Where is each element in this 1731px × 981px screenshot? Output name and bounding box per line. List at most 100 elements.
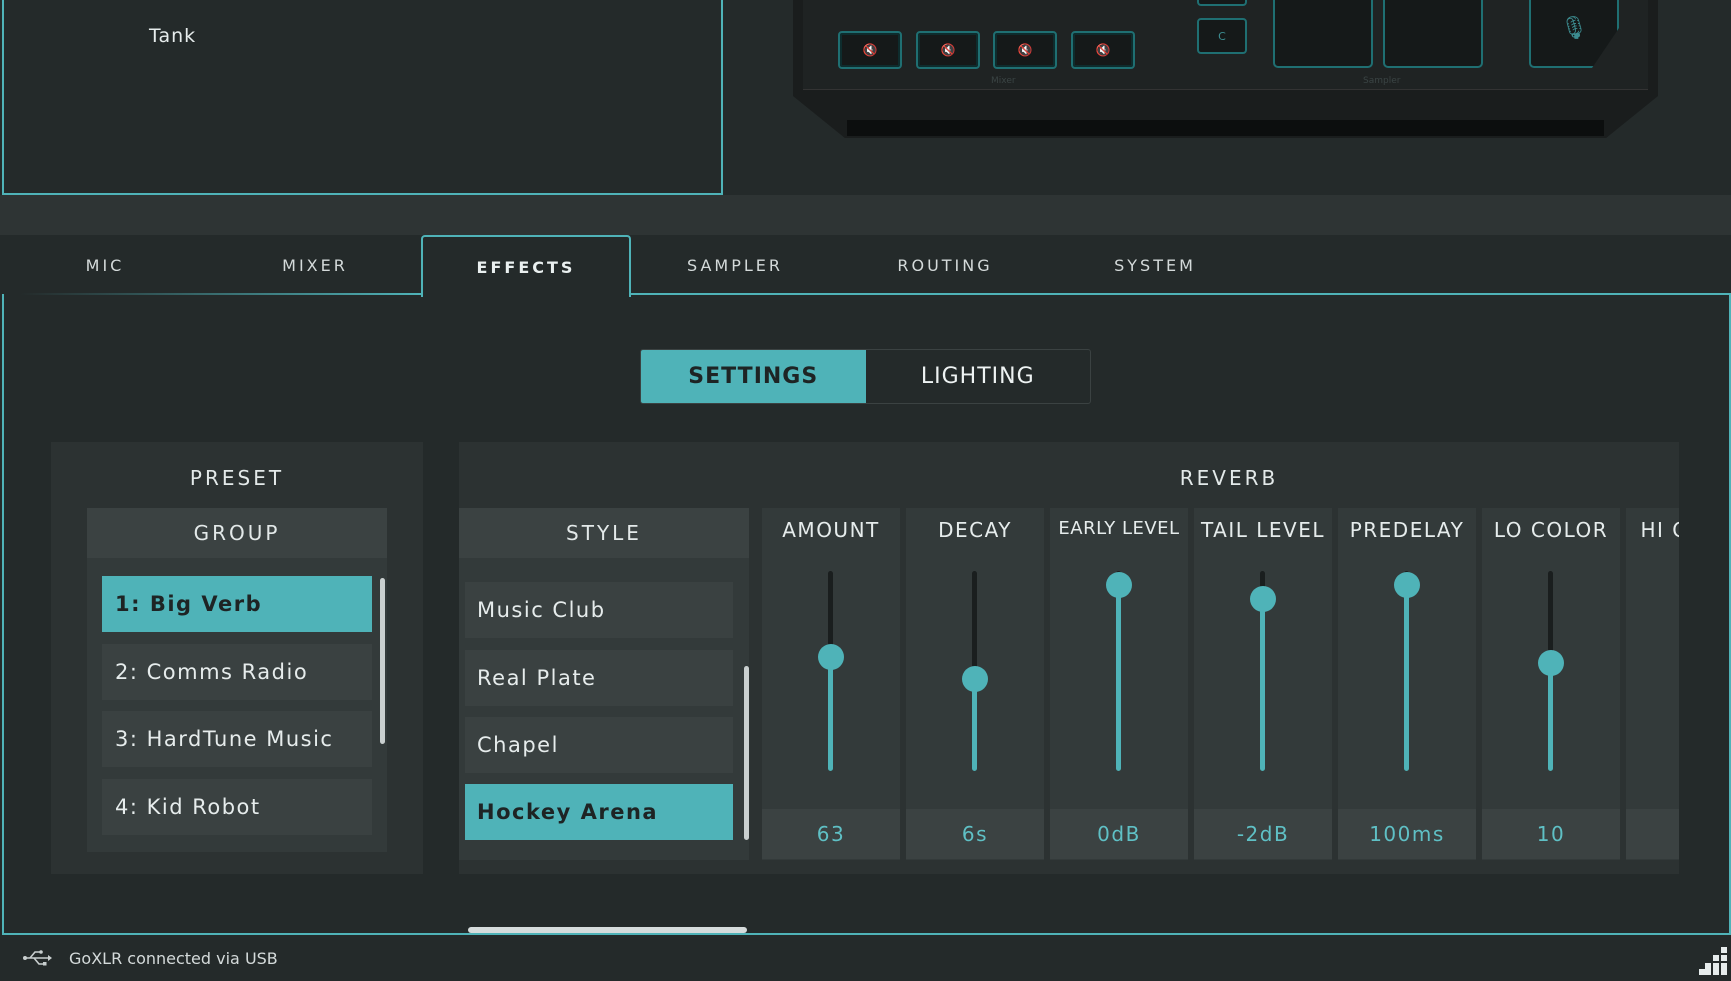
tab-system[interactable]: SYSTEM (1050, 235, 1260, 295)
sampler-pad-2[interactable] (1383, 0, 1483, 68)
group-header: GROUP (87, 508, 387, 558)
slider-fill (1116, 585, 1121, 771)
settings-label: SETTINGS (688, 364, 819, 389)
tab-label: MIXER (282, 255, 348, 275)
slider-knob[interactable] (1538, 650, 1564, 676)
slider-value[interactable]: 10 (1482, 809, 1620, 859)
preset-title: PRESET (189, 466, 285, 490)
device-top-surface: 🔇 🔇 🔇 🔇 Mixer C Sampler 🎙 (803, 0, 1648, 90)
tab-label: ROUTING (897, 255, 993, 275)
slider-fill (1404, 585, 1409, 771)
tab-label: SAMPLER (687, 255, 783, 275)
slider-track[interactable] (1116, 571, 1121, 771)
mixer-mute-button-1[interactable]: 🔇 (838, 31, 902, 69)
slider-fill (1548, 663, 1553, 771)
list-item-label: Chapel (477, 733, 559, 757)
slider-value[interactable]: 100ms (1338, 809, 1476, 859)
group-list: GROUP 1: Big Verb 2: Comms Radio 3: Hard… (87, 508, 387, 852)
horizontal-scrollbar[interactable] (468, 927, 747, 933)
mixer-mute-button-2[interactable]: 🔇 (916, 31, 980, 69)
style-header: STYLE (459, 508, 749, 558)
settings-lighting-toggle: SETTINGS LIGHTING (640, 349, 1091, 404)
tab-mic[interactable]: MIC (0, 235, 210, 295)
style-item-real-plate[interactable]: Real Plate (465, 650, 733, 706)
slider-title: PREDELAY (1349, 518, 1465, 542)
preset-name: Tank (149, 25, 197, 47)
slider-value[interactable]: 0dB (1050, 809, 1188, 859)
tab-label: SYSTEM (1114, 255, 1196, 275)
slider-value[interactable]: -2dB (1194, 809, 1332, 859)
resize-grip-icon[interactable] (1699, 945, 1729, 975)
mixer-label: Mixer (991, 76, 1016, 86)
mixer-mute-button-4[interactable]: 🔇 (1071, 31, 1135, 69)
slider-track[interactable] (1404, 571, 1409, 771)
slider-title: DECAY (938, 518, 1012, 542)
usb-icon (23, 950, 52, 966)
device-base (847, 120, 1604, 136)
cough-button[interactable]: 🎙 (1529, 0, 1619, 68)
slider-amount: AMOUNT 63 (762, 508, 900, 860)
section-divider (0, 195, 1731, 235)
mixer-mute-button-3[interactable]: 🔇 (993, 31, 1057, 69)
slider-fill (828, 657, 833, 771)
slider-tail-level: TAIL LEVEL -2dB (1194, 508, 1332, 860)
slider-title: AMOUNT (782, 518, 880, 542)
slider-title: TAIL LEVEL (1201, 518, 1325, 542)
style-scrollbar[interactable] (744, 666, 749, 840)
list-item-label: 3: HardTune Music (115, 727, 334, 751)
tab-label: EFFECTS (476, 257, 576, 277)
list-item-label: Real Plate (477, 666, 597, 690)
slider-value[interactable]: 63 (762, 809, 900, 859)
sample-bank-button-c[interactable]: C (1197, 18, 1247, 54)
mic-mute-icon: 🎙 (1560, 15, 1588, 41)
mute-icon: 🔇 (940, 43, 956, 57)
lighting-label: LIGHTING (920, 364, 1035, 389)
settings-button[interactable]: SETTINGS (641, 350, 866, 403)
sampler-pad-1[interactable] (1273, 0, 1373, 68)
slider-lo-color: LO COLOR 10 (1482, 508, 1620, 860)
slider-knob[interactable] (1394, 572, 1420, 598)
sample-bank-button-b[interactable] (1197, 0, 1247, 6)
slider-predelay: PREDELAY 100ms (1338, 508, 1476, 860)
slider-value[interactable] (1626, 809, 1679, 859)
preset-name-panel: Tank (2, 0, 723, 195)
preset-item-big-verb[interactable]: 1: Big Verb (102, 576, 372, 632)
style-list: STYLE Music Club Real Plate Chapel Hocke… (459, 508, 749, 860)
slider-title: LO COLOR (1493, 518, 1609, 542)
reverb-title: REVERB (1179, 466, 1279, 490)
slider-knob[interactable] (1106, 572, 1132, 598)
slider-hi-color: HI COLOR (1626, 508, 1679, 860)
mute-icon: 🔇 (862, 43, 878, 57)
list-item-label: 2: Comms Radio (115, 660, 309, 684)
style-item-music-club[interactable]: Music Club (465, 582, 733, 638)
list-item-label: 1: Big Verb (115, 592, 263, 616)
status-bar: GoXLR connected via USB (0, 937, 1731, 981)
slider-knob[interactable] (962, 666, 988, 692)
preset-item-hardtune-music[interactable]: 3: HardTune Music (102, 711, 372, 767)
sampler-label: Sampler (1363, 76, 1401, 86)
slider-early-level: EARLY LEVEL 0dB (1050, 508, 1188, 860)
slider-title: EARLY LEVEL (1058, 518, 1180, 539)
preset-item-kid-robot[interactable]: 4: Kid Robot (102, 779, 372, 835)
list-item-label: 4: Kid Robot (115, 795, 261, 819)
slider-value[interactable]: 6s (906, 809, 1044, 859)
slider-knob[interactable] (818, 644, 844, 670)
style-item-chapel[interactable]: Chapel (465, 717, 733, 773)
slider-title: HI COLOR (1640, 518, 1679, 542)
style-item-hockey-arena[interactable]: Hockey Arena (465, 784, 733, 840)
slider-track[interactable] (828, 571, 833, 771)
slider-knob[interactable] (1250, 586, 1276, 612)
tab-mixer[interactable]: MIXER (210, 235, 420, 295)
connection-status: GoXLR connected via USB (69, 949, 278, 968)
lighting-button[interactable]: LIGHTING (866, 350, 1091, 403)
tab-routing[interactable]: ROUTING (840, 235, 1050, 295)
device-body: 🔇 🔇 🔇 🔇 Mixer C Sampler 🎙 (793, 0, 1658, 138)
mute-icon: 🔇 (1095, 43, 1111, 57)
group-scrollbar[interactable] (380, 578, 385, 744)
tab-sampler[interactable]: SAMPLER (630, 235, 840, 295)
reverb-panel: REVERB STYLE Music Club Real Plate Chape… (459, 442, 1679, 874)
slider-decay: DECAY 6s (906, 508, 1044, 860)
tab-effects[interactable]: EFFECTS (421, 235, 631, 297)
main-tabs: MIC MIXER EFFECTS SAMPLER ROUTING SYSTEM (0, 235, 1731, 297)
preset-item-comms-radio[interactable]: 2: Comms Radio (102, 644, 372, 700)
